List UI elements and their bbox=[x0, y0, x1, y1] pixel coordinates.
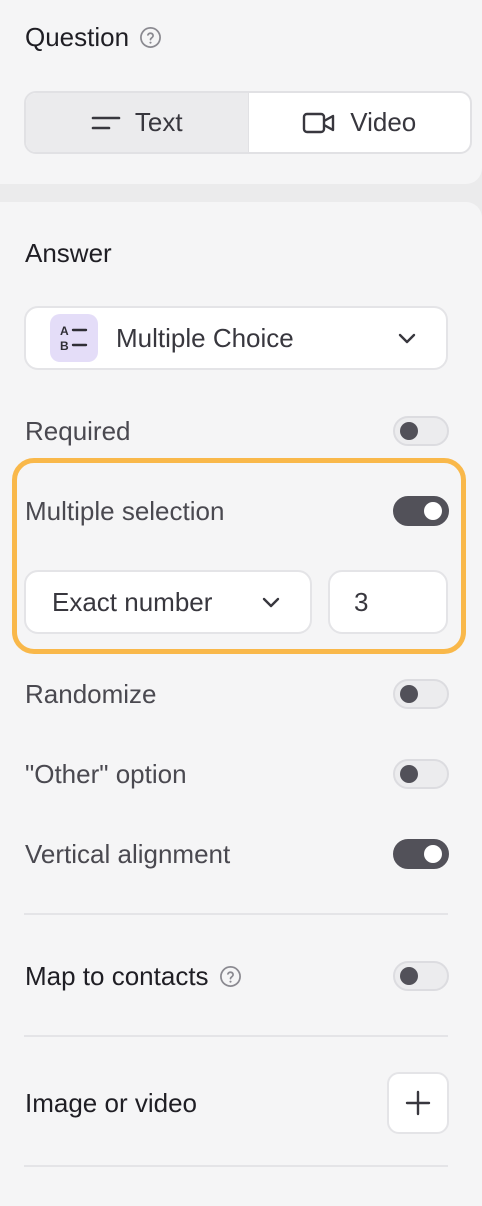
text-lines-icon bbox=[91, 116, 121, 129]
other-option-row: "Other" option bbox=[25, 754, 449, 794]
randomize-toggle[interactable] bbox=[393, 679, 449, 709]
answer-type-select[interactable]: A B Multiple Choice bbox=[24, 306, 448, 370]
image-or-video-row: Image or video bbox=[25, 1072, 449, 1134]
toggle-knob bbox=[424, 502, 442, 520]
toggle-knob bbox=[400, 967, 418, 985]
svg-text:A: A bbox=[60, 324, 69, 338]
tab-video-label: Video bbox=[350, 107, 417, 137]
required-row: Required bbox=[25, 411, 449, 451]
toggle-knob bbox=[400, 685, 418, 703]
multiple-selection-toggle[interactable] bbox=[393, 496, 449, 526]
help-icon[interactable] bbox=[139, 26, 162, 49]
tab-text-label: Text bbox=[134, 107, 183, 137]
question-heading: Question bbox=[25, 22, 162, 53]
vertical-alignment-row: Vertical alignment bbox=[25, 834, 449, 874]
image-or-video-label: Image or video bbox=[25, 1087, 197, 1118]
chevron-down-icon bbox=[398, 333, 416, 344]
map-to-contacts-label: Map to contacts bbox=[25, 960, 209, 991]
other-option-toggle[interactable] bbox=[393, 759, 449, 789]
toggle-knob bbox=[400, 422, 418, 440]
video-camera-icon bbox=[303, 112, 335, 133]
selection-count-input[interactable]: 3 bbox=[328, 570, 448, 634]
answer-type-value: Multiple Choice bbox=[116, 322, 294, 353]
help-icon[interactable] bbox=[219, 965, 242, 988]
divider bbox=[24, 913, 448, 915]
toggle-knob bbox=[424, 845, 442, 863]
divider bbox=[24, 1035, 448, 1037]
add-media-button[interactable] bbox=[387, 1072, 449, 1134]
tab-text[interactable]: Text bbox=[26, 93, 249, 152]
answer-title: Answer bbox=[25, 238, 112, 269]
selection-rule-select[interactable]: Exact number bbox=[24, 570, 312, 634]
question-panel: Question Text Video bbox=[0, 0, 482, 184]
vertical-alignment-toggle[interactable] bbox=[393, 839, 449, 869]
multiple-selection-row: Multiple selection bbox=[25, 491, 449, 531]
multiple-selection-label: Multiple selection bbox=[25, 495, 225, 526]
selection-rule-value: Exact number bbox=[52, 586, 213, 617]
other-option-label: "Other" option bbox=[25, 758, 187, 789]
map-to-contacts-toggle[interactable] bbox=[393, 961, 449, 991]
required-label: Required bbox=[25, 415, 131, 446]
map-to-contacts-heading: Map to contacts bbox=[25, 961, 242, 992]
required-toggle[interactable] bbox=[393, 416, 449, 446]
multiple-choice-icon: A B bbox=[50, 314, 98, 362]
randomize-label: Randomize bbox=[25, 678, 157, 709]
answer-title-text: Answer bbox=[25, 238, 112, 268]
toggle-knob bbox=[400, 765, 418, 783]
tab-video[interactable]: Video bbox=[249, 93, 471, 152]
vertical-alignment-label: Vertical alignment bbox=[25, 838, 231, 869]
chevron-down-icon bbox=[262, 597, 280, 608]
plus-icon bbox=[405, 1090, 431, 1116]
divider bbox=[24, 1165, 448, 1167]
map-to-contacts-row: Map to contacts bbox=[25, 956, 449, 996]
question-type-toggle: Text Video bbox=[24, 91, 472, 154]
question-title: Question bbox=[25, 22, 130, 52]
randomize-row: Randomize bbox=[25, 674, 449, 714]
svg-text:B: B bbox=[60, 339, 69, 353]
